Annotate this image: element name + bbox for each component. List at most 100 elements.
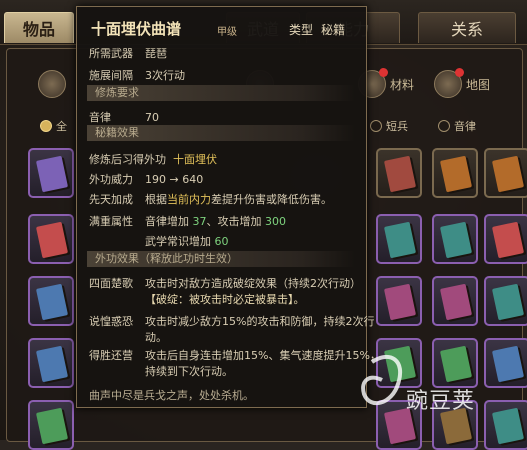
book-icon — [491, 155, 525, 193]
filter-rhythm-label: 音律 — [454, 120, 476, 133]
innate-label: 先天加成 — [89, 193, 133, 206]
external-effect-section-header: 外功效果（释放此功时生效） — [87, 251, 355, 267]
filter-rhythm-checkbox[interactable] — [438, 120, 450, 132]
full-attr-c: 武学常识增加 — [145, 235, 211, 248]
book-icon — [35, 345, 69, 383]
item-slot[interactable] — [28, 276, 74, 326]
category-material-label: 材料 — [390, 77, 415, 92]
interval-row: 施展间隔 3次行动 — [89, 67, 185, 83]
learn-row: 修炼后习得外功 十面埋伏 — [89, 151, 217, 167]
filter-all[interactable]: 全 — [40, 118, 67, 134]
effect-1-label: 四面楚歌 — [89, 277, 133, 290]
full-attr-c-value: 60 — [214, 235, 229, 248]
filter-short-weapon-checkbox[interactable] — [370, 120, 382, 132]
item-type-label: 类型 — [289, 23, 314, 37]
filter-short-weapon[interactable]: 短兵 — [370, 118, 408, 134]
item-slot[interactable] — [484, 214, 527, 264]
item-slot[interactable] — [484, 276, 527, 326]
item-grade: 甲级 — [217, 27, 237, 38]
item-slot[interactable] — [484, 148, 527, 198]
item-slot[interactable] — [376, 148, 422, 198]
filter-all-label: 全 — [56, 120, 67, 133]
flavor-text: 曲声中尽是兵戈之声，处处杀机。 — [89, 389, 254, 402]
book-icon — [35, 155, 69, 193]
item-type-value: 秘籍 — [321, 23, 346, 37]
effect-1-row: 四面楚歌 攻击时对敌方造成破绽效果（持续2次行动） — [89, 275, 361, 291]
notification-dot — [455, 68, 464, 77]
full-attr-a: 音律增加 — [145, 215, 189, 228]
item-slot[interactable] — [28, 400, 74, 450]
book-icon — [439, 155, 473, 193]
full-attr-a-value: 37 — [192, 215, 207, 228]
book-icon — [35, 221, 69, 259]
item-slot[interactable] — [28, 214, 74, 264]
power-row: 外功威力 190 → 640 — [89, 171, 203, 187]
item-slot[interactable] — [28, 148, 74, 198]
interval-label: 施展间隔 — [89, 69, 133, 82]
notification-dot — [379, 68, 388, 77]
scroll-icon — [38, 70, 66, 98]
effect-section-header: 秘籍效果 — [87, 125, 355, 141]
book-icon — [383, 221, 417, 259]
tab-items[interactable]: 物品 — [4, 12, 74, 43]
requirement-row: 音律 70 — [89, 109, 159, 125]
innate-row: 先天加成 根据当前内力差提升伤害或降低伤害。 — [89, 191, 332, 207]
book-icon — [439, 221, 473, 259]
book-icon — [383, 155, 417, 193]
learn-label: 修炼后习得外功 — [89, 153, 166, 166]
full-attr-row-2: 武学常识增加 60 — [145, 233, 229, 249]
innate-text-c: 差提升伤害或降低伤害。 — [211, 193, 332, 206]
category-scroll[interactable] — [38, 64, 66, 104]
effect-2-text-a: 攻击时减少敌方15%的攻击和防御，持续2次行 — [145, 315, 375, 328]
effect-3-row: 得胜还营 攻击后自身连击增加15%、集气速度提升15%， — [89, 347, 381, 363]
full-attr-b-value: 300 — [265, 215, 286, 228]
effect-3-label: 得胜还营 — [89, 349, 133, 362]
effect-2-label: 说惶惑恐 — [89, 315, 133, 328]
item-slot[interactable] — [432, 148, 478, 198]
effect-1-text: 攻击时对敌方造成破绽效果（持续2次行动） — [145, 277, 361, 290]
tab-relations-label: 关系 — [450, 20, 483, 39]
category-map-label: 地图 — [466, 77, 491, 92]
requirement-value: 70 — [145, 111, 159, 124]
item-slot[interactable] — [432, 276, 478, 326]
book-icon — [491, 221, 525, 259]
innate-text-b: 当前内力 — [167, 193, 211, 206]
effect-2-text-b: 动。 — [145, 331, 167, 344]
filter-short-weapon-label: 短兵 — [386, 120, 408, 133]
power-value: 190 → 640 — [145, 173, 204, 186]
requirement-section-header: 修炼要求 — [87, 85, 355, 101]
book-icon — [491, 283, 525, 321]
effect-3-text-a: 攻击后自身连击增加15%、集气速度提升15%， — [145, 349, 381, 362]
book-icon — [383, 283, 417, 321]
item-slot[interactable] — [28, 338, 74, 388]
learn-value: 十面埋伏 — [173, 153, 217, 166]
item-slot[interactable] — [432, 214, 478, 264]
interval-value: 3次行动 — [145, 69, 185, 82]
full-attr-row: 满重属性 音律增加 37、攻击增加 300 — [89, 213, 286, 229]
innate-text-a: 根据 — [145, 193, 167, 206]
tab-relations[interactable]: 关系 — [418, 12, 516, 43]
effect-2-row: 说惶惑恐 攻击时减少敌方15%的攻击和防御，持续2次行 — [89, 313, 374, 329]
book-icon — [35, 407, 69, 445]
item-title: 十面埋伏曲谱 — [91, 20, 182, 38]
full-attr-label: 满重属性 — [89, 215, 133, 228]
watermark-text: 豌豆荚 — [406, 389, 476, 414]
tab-items-label: 物品 — [22, 20, 55, 39]
effect-3-text-b: 持续到下次行动。 — [145, 365, 233, 378]
filter-all-checkbox[interactable] — [40, 120, 52, 132]
power-label: 外功威力 — [89, 173, 133, 186]
item-tooltip: 十面埋伏曲谱 甲级 类型 秘籍 所需武器 琵琶 施展间隔 3次行动 修炼要求 音律 7… — [76, 6, 381, 408]
weapon-row: 所需武器 琵琶 — [89, 45, 167, 61]
item-slot[interactable] — [376, 276, 422, 326]
full-attr-b: 、攻击增加 — [206, 215, 262, 228]
book-icon — [439, 283, 473, 321]
book-icon — [35, 283, 69, 321]
item-slot[interactable] — [376, 214, 422, 264]
filter-rhythm[interactable]: 音律 — [438, 118, 476, 134]
category-map[interactable]: 地图 — [434, 64, 490, 104]
map-icon — [434, 68, 464, 98]
requirement-name: 音律 — [89, 111, 111, 124]
weapon-value: 琵琶 — [145, 47, 167, 60]
weapon-label: 所需武器 — [89, 47, 133, 60]
effect-1-note: 【破绽：被攻击时必定被暴击】。 — [145, 293, 305, 306]
